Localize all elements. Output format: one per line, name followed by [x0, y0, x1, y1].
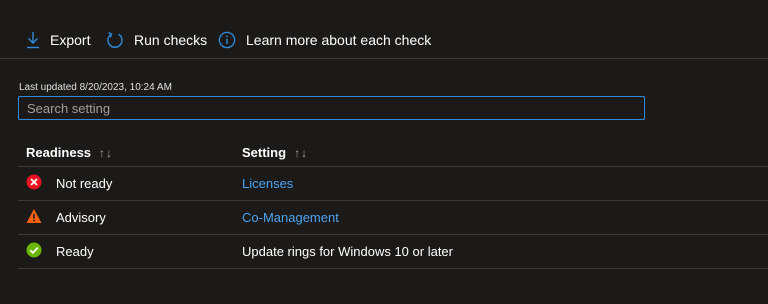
- column-label: Readiness: [26, 145, 92, 160]
- status-text: Advisory: [56, 210, 106, 225]
- readiness-cell: Not ready: [26, 167, 112, 200]
- check-circle-icon: [26, 242, 42, 261]
- table-header: Readiness ↑↓ Setting ↑↓: [18, 139, 768, 167]
- sort-arrows-icon: ↑↓: [294, 145, 309, 160]
- setting-cell: Co-Management: [242, 201, 339, 234]
- setting-link-co-management[interactable]: Co-Management: [242, 210, 339, 225]
- warning-triangle-icon: [26, 208, 42, 227]
- setting-cell: Licenses: [242, 167, 293, 200]
- column-label: Setting: [242, 145, 287, 160]
- status-text: Not ready: [56, 176, 113, 191]
- readiness-table: Readiness ↑↓ Setting ↑↓ Not ready Licens…: [18, 139, 768, 269]
- column-header-setting[interactable]: Setting ↑↓: [242, 145, 308, 160]
- learn-more-button[interactable]: Learn more about each check: [218, 29, 431, 51]
- readiness-cell: Advisory: [26, 201, 106, 234]
- export-label: Export: [50, 32, 91, 48]
- setting-text: Update rings for Windows 10 or later: [242, 244, 453, 259]
- table-row[interactable]: Advisory Co-Management: [18, 201, 768, 235]
- setting-cell: Update rings for Windows 10 or later: [242, 235, 453, 268]
- last-updated-text: Last updated 8/20/2023, 10:24 AM: [19, 82, 172, 93]
- command-bar: Export Run checks Learn more about each …: [0, 0, 768, 59]
- run-checks-button[interactable]: Run checks: [106, 29, 207, 51]
- info-icon: [218, 31, 236, 49]
- column-header-readiness[interactable]: Readiness ↑↓: [26, 145, 113, 160]
- refresh-icon: [106, 31, 124, 49]
- table-row[interactable]: Ready Update rings for Windows 10 or lat…: [18, 235, 768, 269]
- run-checks-label: Run checks: [134, 32, 208, 48]
- table-row[interactable]: Not ready Licenses: [18, 167, 768, 201]
- setting-link-licenses[interactable]: Licenses: [242, 176, 293, 191]
- status-text: Ready: [56, 244, 94, 259]
- readiness-cell: Ready: [26, 235, 94, 268]
- search-input[interactable]: [18, 96, 645, 120]
- download-icon: [26, 31, 40, 49]
- learn-more-label: Learn more about each check: [246, 32, 432, 48]
- sort-arrows-icon: ↑↓: [99, 145, 114, 160]
- error-x-icon: [26, 174, 42, 193]
- readiness-panel: Export Run checks Learn more about each …: [0, 0, 768, 304]
- export-button[interactable]: Export: [26, 29, 90, 51]
